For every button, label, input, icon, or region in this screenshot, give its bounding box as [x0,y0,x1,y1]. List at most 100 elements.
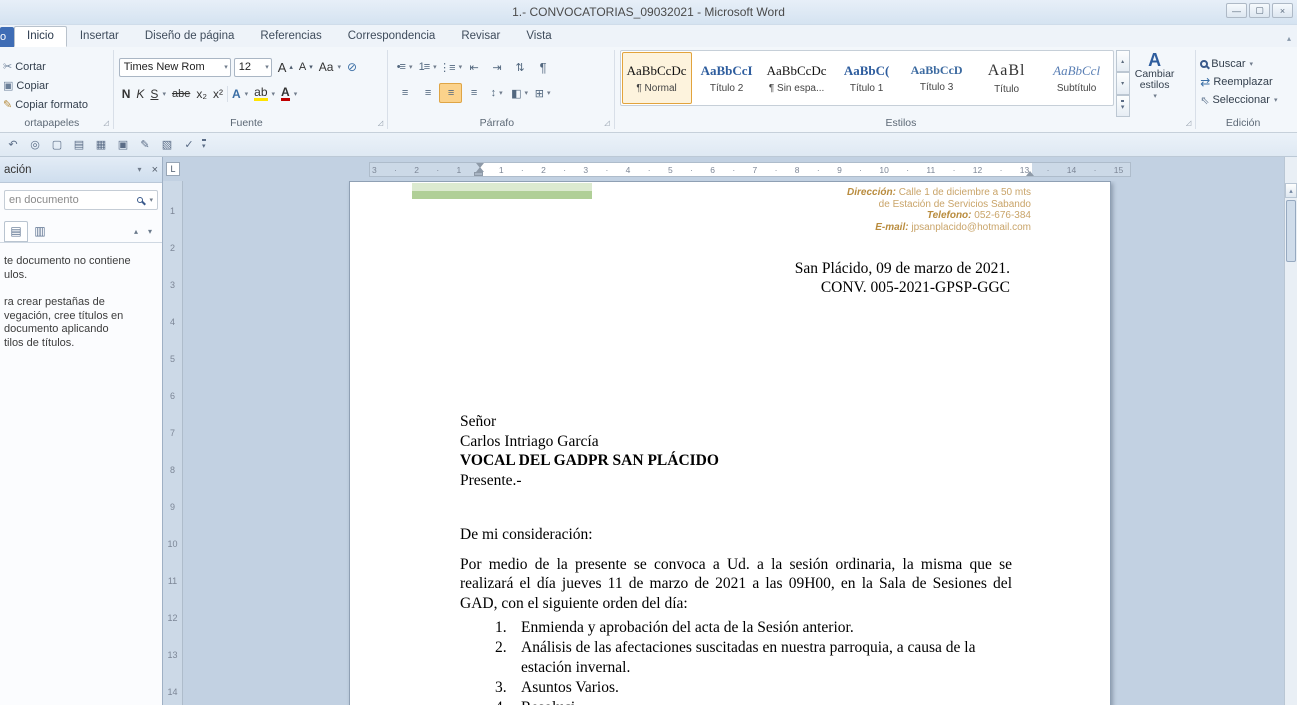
style-titulo3[interactable]: AaBbCcD Título 3 [902,52,972,104]
replace-button[interactable]: ⇄ Reemplazar [1197,73,1297,91]
browse-pages-tab[interactable]: ▥ [28,221,52,242]
scrollbar-thumb[interactable] [1286,200,1296,262]
browse-headings-tab[interactable]: ▤ [4,221,28,242]
tab-vista[interactable]: Vista [513,26,564,47]
change-case-button[interactable]: Aa ▾ [316,57,344,77]
replace-label: Reemplazar [1213,76,1272,88]
quick-print-icon[interactable]: ▦ [92,136,110,154]
close-button[interactable]: × [1272,3,1293,18]
subscript-button[interactable]: x₂ [193,84,210,104]
italic-icon: K [136,87,144,101]
print-layout-icon[interactable]: ▣ [114,136,132,154]
bullets-button[interactable]: •≡ ▾ [393,57,416,77]
select-button[interactable]: ⇖ Seleccionar ▾ [1197,91,1297,109]
style-titulo1[interactable]: AaBbC( Título 1 [832,52,902,104]
style-normal[interactable]: AaBbCcDc ¶ Normal [622,52,692,104]
pane-options-icon[interactable]: ▾ [138,165,142,174]
change-styles-button[interactable]: A Cambiar estilos ▾ [1130,49,1180,117]
minimize-button[interactable]: — [1226,3,1247,18]
fuente-dialog-launcher-icon[interactable]: ◿ [378,119,383,127]
addressee-line: Carlos Intriago García [460,432,719,452]
print-preview-icon[interactable]: ◎ [26,136,44,154]
tab-diseno[interactable]: Diseño de página [132,26,248,47]
left-indent-marker[interactable] [474,172,483,176]
tab-correspondencia[interactable]: Correspondencia [335,26,449,47]
strikethrough-button[interactable]: abe [169,84,193,104]
multilevel-list-icon: ⋮≡ [439,61,454,74]
shading-button[interactable]: ◧ ▾ [508,83,531,103]
estilos-dialog-launcher-icon[interactable]: ◿ [1186,119,1191,127]
tab-referencias[interactable]: Referencias [247,26,334,47]
edit-icon[interactable]: ✎ [136,136,154,154]
grow-font-button[interactable]: A▴ [275,57,296,77]
spelling-icon[interactable]: ✓ [180,136,198,154]
style-sin-espaciado[interactable]: AaBbCcDc ¶ Sin espa... [762,52,832,104]
clear-formatting-button[interactable]: ⊘ [344,57,360,77]
new-document-icon[interactable]: ▢ [48,136,66,154]
up-icon: ▴ [289,63,293,71]
customize-qat-icon[interactable]: ▾ [202,139,206,150]
gallery-more-button[interactable]: ▾ [1116,95,1130,117]
multilevel-list-button[interactable]: ⋮≡ ▾ [439,57,462,77]
minimize-ribbon-button[interactable]: ▴ [1287,34,1291,47]
search-input[interactable]: en documento ▾ [4,190,158,210]
next-result-icon[interactable]: ▾ [148,227,152,236]
align-right-button[interactable]: ≡ [439,83,462,103]
line-spacing-button[interactable]: ↕ ▾ [485,83,508,103]
gallery-down-button[interactable]: ▾ [1116,72,1130,94]
increase-indent-button[interactable]: ⇥ [485,57,508,77]
format-painter-button[interactable]: ✎ Copiar formato [0,95,112,114]
cut-button[interactable]: ✂ Cortar [0,57,112,76]
style-titulo2[interactable]: AaBbCcI Título 2 [692,52,762,104]
file-tab[interactable]: o [0,27,14,47]
show-marks-button[interactable]: ¶ [531,57,554,77]
close-pane-icon[interactable]: × [152,164,158,176]
vertical-scrollbar[interactable]: ▴ [1284,157,1297,705]
tab-insertar[interactable]: Insertar [67,26,132,47]
minimize-icon: — [1232,6,1241,16]
parrafo-dialog-launcher-icon[interactable]: ◿ [604,119,609,127]
tab-revisar[interactable]: Revisar [448,26,513,47]
find-button[interactable]: Buscar ▾ [1197,55,1297,73]
parrafo-label: Párrafo ◿ [389,117,612,132]
open-icon[interactable]: ▤ [70,136,88,154]
picture-icon[interactable]: ▧ [158,136,176,154]
font-size-combo[interactable]: 12 ▾ [234,58,272,77]
tab-stop-selector[interactable]: L [166,162,180,176]
previous-result-icon[interactable]: ▴ [134,227,138,236]
title-bar[interactable]: 1.- CONVOCATORIAS_09032021 - Microsoft W… [0,0,1297,25]
justify-button[interactable]: ≡ [462,83,485,103]
group-separator [614,50,615,129]
style-titulo[interactable]: AaBl Título [972,52,1042,104]
align-left-button[interactable]: ≡ [393,83,416,103]
restore-button[interactable]: ▢ [1249,3,1270,18]
sort-button[interactable]: ⇅ [508,57,531,77]
decrease-indent-button[interactable]: ⇤ [462,57,485,77]
copy-button[interactable]: ▣ Copiar [0,76,112,95]
font-family-combo[interactable]: Times New Rom ▾ [119,58,231,77]
underline-button[interactable]: S ▾ [147,84,169,104]
right-indent-marker[interactable] [1026,171,1034,176]
tab-diseno-label: Diseño de página [145,30,235,42]
pane-divider [0,242,162,243]
portapapeles-dialog-launcher-icon[interactable]: ◿ [103,119,108,127]
borders-button[interactable]: ⊞ ▾ [531,83,554,103]
document-page[interactable]: Dirección: Calle 1 de diciembre a 50 mts… [349,181,1111,705]
addressee-line: Señor [460,412,719,432]
tab-inicio[interactable]: Inicio [14,26,67,47]
numbering-button[interactable]: 1≡ ▾ [416,57,439,77]
font-color-button[interactable]: A ▾ [278,84,300,104]
scroll-up-button[interactable]: ▴ [1285,183,1297,198]
gallery-up-button[interactable]: ▴ [1116,50,1130,72]
italic-button[interactable]: K [133,84,147,104]
style-subtitulo[interactable]: AaBbCcl Subtítulo [1042,52,1112,104]
group-separator [387,50,388,129]
undo-icon[interactable]: ↶ [4,136,22,154]
text-effects-button[interactable]: A ▾ [229,84,251,104]
bold-button[interactable]: N [119,84,134,104]
group-estilos: AaBbCcDc ¶ Normal AaBbCcI Título 2 AaBbC… [616,47,1195,132]
superscript-button[interactable]: x² [210,84,226,104]
align-center-button[interactable]: ≡ [416,83,439,103]
shrink-font-button[interactable]: A▾ [296,57,316,77]
highlight-color-button[interactable]: ab ▾ [251,84,278,104]
